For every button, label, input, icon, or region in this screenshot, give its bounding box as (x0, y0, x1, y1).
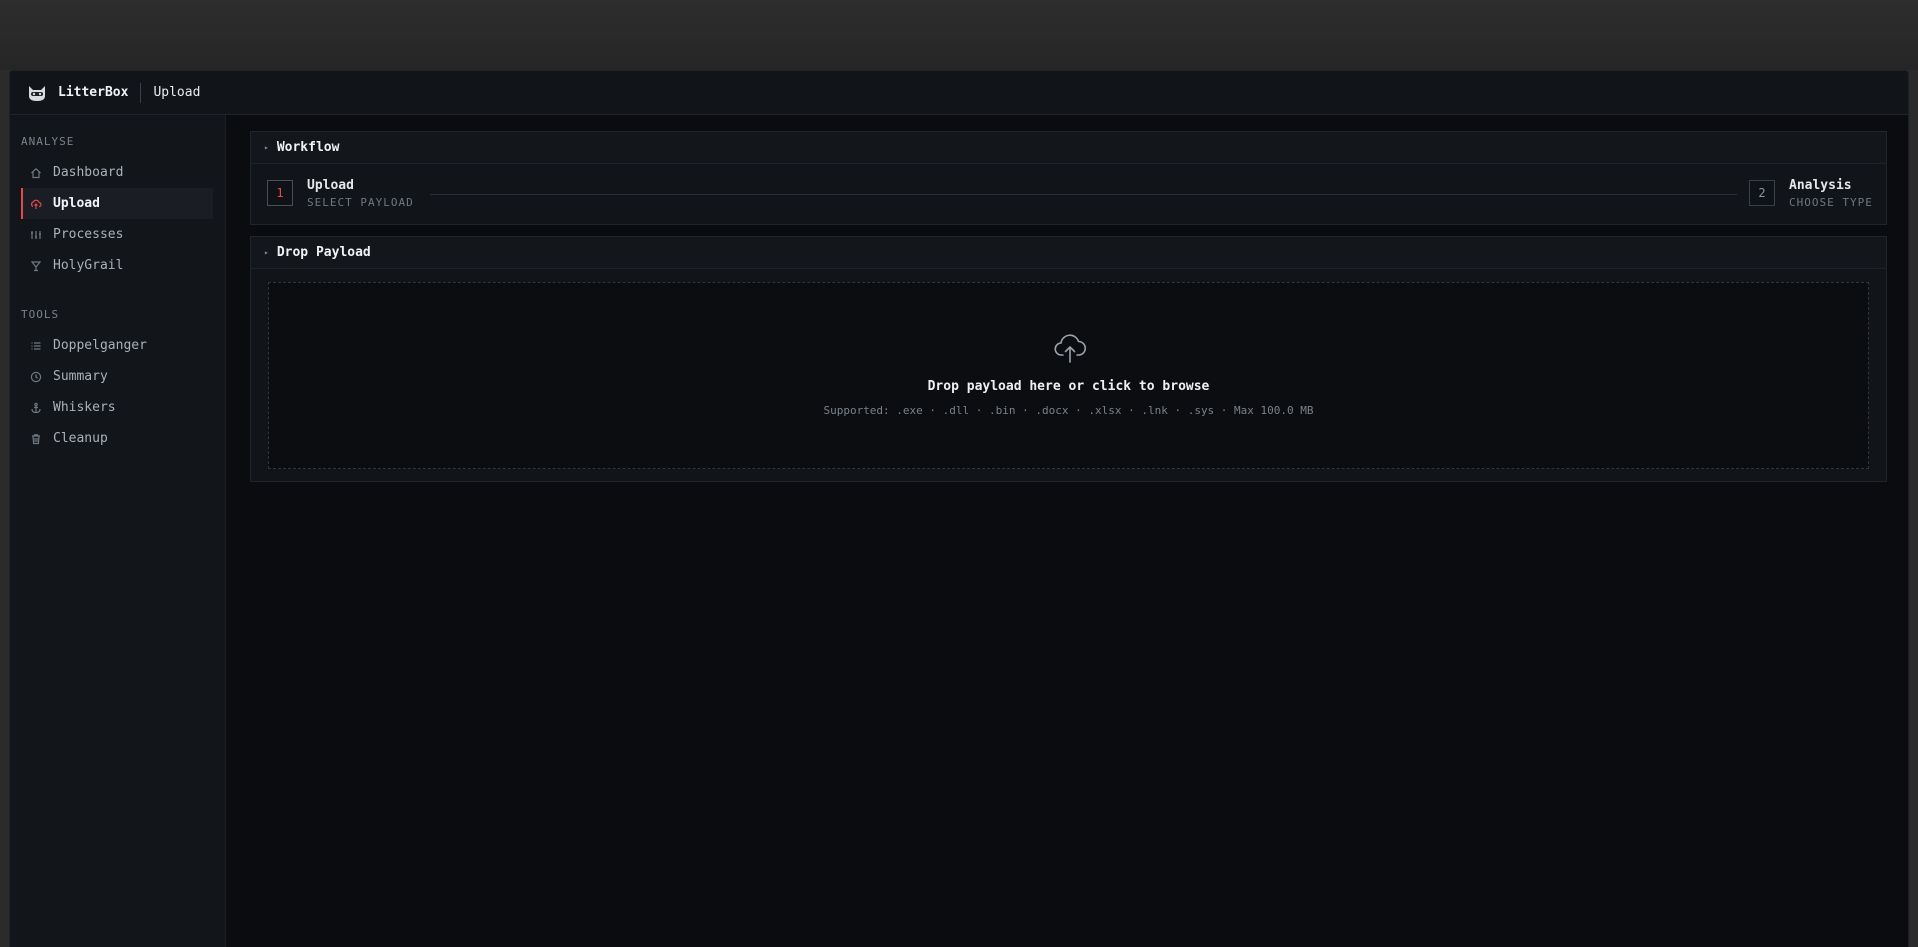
trash-icon (29, 432, 43, 446)
sidebar-section-tools: TOOLS (21, 308, 60, 321)
step-title: Upload (307, 178, 354, 193)
list-icon (29, 339, 43, 353)
file-drop-zone[interactable]: Drop payload here or click to browse Sup… (268, 282, 1869, 469)
panel-title: Workflow (276, 140, 340, 155)
sidebar-item-cleanup[interactable]: Cleanup (21, 423, 213, 454)
sidebar-item-label: Dashboard (53, 165, 124, 180)
step-subtitle: SELECT PAYLOAD (307, 196, 414, 209)
workflow-panel: ▸ Workflow 1 Upload SELECT PAYLOAD 2 Ana… (250, 131, 1887, 225)
workflow-steps: 1 Upload SELECT PAYLOAD 2 Analysis CHOOS… (251, 164, 1886, 226)
app-window: LitterBox Upload ANALYSE Dashboard Uploa… (9, 70, 1909, 947)
main-content: ▸ Workflow 1 Upload SELECT PAYLOAD 2 Ana… (226, 115, 1908, 947)
step-number-badge: 2 (1749, 180, 1775, 206)
sidebar-item-label: Cleanup (53, 431, 108, 446)
step-title: Analysis (1789, 178, 1852, 193)
sidebar-item-holygrail[interactable]: HolyGrail (21, 250, 213, 281)
sidebar-item-label: Summary (53, 369, 108, 384)
workflow-panel-header[interactable]: ▸ Workflow (251, 132, 1886, 164)
sidebar-item-whiskers[interactable]: Whiskers (21, 392, 213, 423)
upload-cloud-icon (1053, 330, 1087, 364)
upload-cloud-icon (29, 197, 43, 211)
breadcrumb-current-page: Upload (153, 85, 201, 100)
step-subtitle: CHOOSE TYPE (1789, 196, 1873, 209)
sidebar-item-label: Processes (53, 227, 124, 242)
clock-icon (29, 370, 43, 384)
app-name[interactable]: LitterBox (58, 85, 128, 100)
sidebar: ANALYSE Dashboard Upload Processes HolyG… (10, 115, 226, 947)
sidebar-item-upload[interactable]: Upload (21, 188, 213, 219)
sliders-icon (29, 228, 43, 242)
drop-prompt: Drop payload here or click to browse (927, 379, 1210, 394)
sidebar-item-summary[interactable]: Summary (21, 361, 213, 392)
grail-icon (29, 259, 43, 273)
home-icon (29, 166, 43, 180)
anchor-icon (29, 401, 43, 415)
desktop-background (0, 0, 1918, 70)
breadcrumb-divider (140, 82, 142, 103)
sidebar-item-processes[interactable]: Processes (21, 219, 213, 250)
step-number-badge: 1 (267, 180, 293, 206)
sidebar-item-dashboard[interactable]: Dashboard (21, 157, 213, 188)
caret-right-icon: ▸ (264, 248, 269, 257)
step-connector (430, 194, 1737, 195)
drop-payload-panel: ▸ Drop Payload Drop payload here or clic… (250, 236, 1887, 482)
supported-formats: Supported: .exe · .dll · .bin · .docx · … (823, 404, 1314, 417)
sidebar-item-label: Doppelganger (53, 338, 147, 353)
sidebar-section-analyse: ANALYSE (21, 135, 75, 148)
sidebar-item-label: Whiskers (53, 400, 116, 415)
drop-panel-header[interactable]: ▸ Drop Payload (251, 237, 1886, 269)
top-bar: LitterBox Upload (10, 71, 1908, 115)
caret-right-icon: ▸ (264, 143, 269, 152)
sidebar-item-label: Upload (53, 196, 100, 211)
sidebar-item-label: HolyGrail (53, 258, 124, 273)
panel-title: Drop Payload (276, 245, 371, 260)
sidebar-item-doppelganger[interactable]: Doppelganger (21, 330, 213, 361)
cat-logo-icon (26, 82, 48, 104)
